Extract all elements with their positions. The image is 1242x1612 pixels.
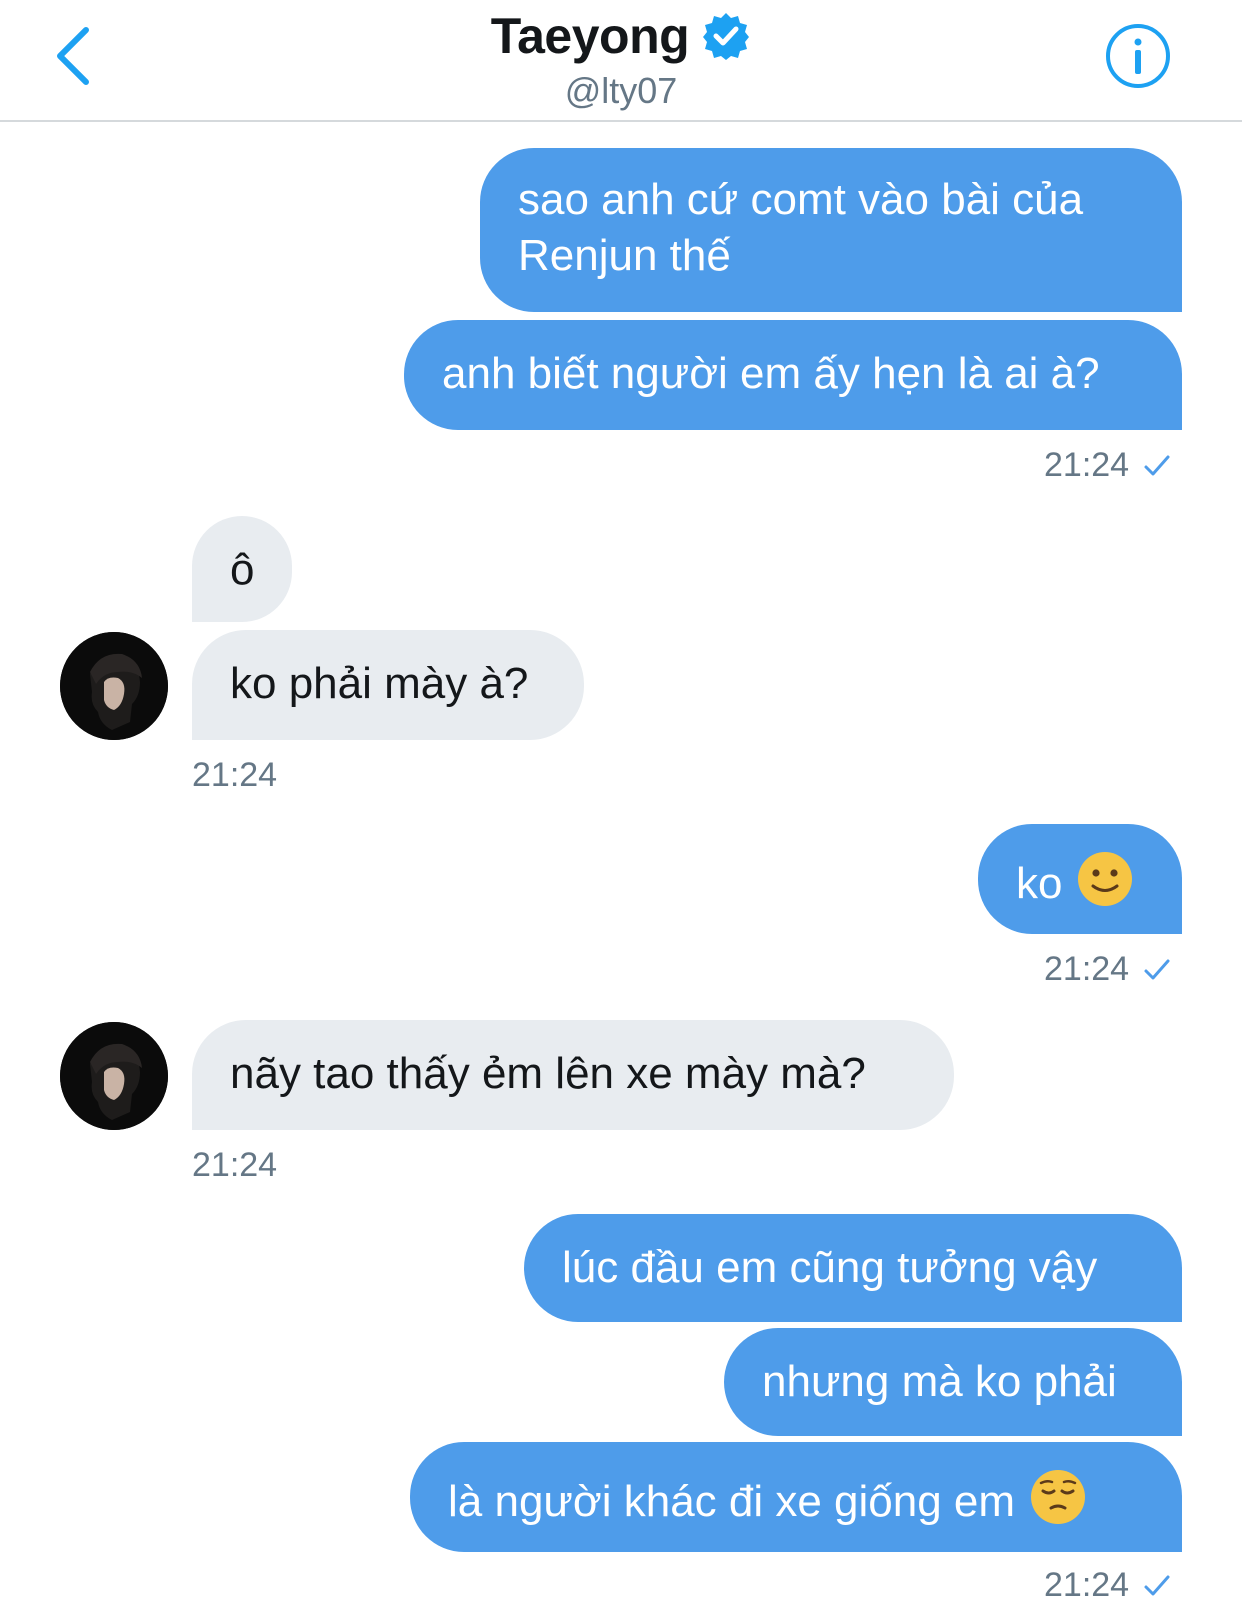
message-bubble-incoming[interactable]: ô — [192, 516, 292, 622]
timestamp-text: 21:24 — [1044, 446, 1130, 484]
message-timestamp: 21:24 — [1044, 1566, 1171, 1605]
slightly-smiling-face-icon — [1078, 852, 1133, 906]
check-icon — [1144, 455, 1170, 476]
info-button[interactable] — [1104, 22, 1172, 90]
timestamp-text: 21:24 — [1044, 1566, 1130, 1604]
conversation-title[interactable]: Taeyong @lty07 — [0, 6, 1242, 112]
check-icon — [1144, 959, 1170, 980]
avatar[interactable] — [60, 632, 168, 740]
message-bubble-outgoing[interactable]: lúc đầu em cũng tưởng vậy — [524, 1214, 1182, 1322]
message-bubble-outgoing[interactable]: là người khác đi xe giống em — [410, 1442, 1182, 1552]
check-icon — [1144, 1575, 1170, 1596]
pensive-face-icon — [1031, 1470, 1086, 1524]
info-icon — [1106, 24, 1170, 88]
timestamp-text: 21:24 — [192, 756, 278, 794]
message-bubble-incoming[interactable]: nãy tao thấy ẻm lên xe mày mà? — [192, 1020, 954, 1130]
contact-handle: @lty07 — [564, 70, 678, 111]
verified-badge-icon — [703, 13, 750, 60]
timestamp-text: 21:24 — [1044, 950, 1130, 988]
message-bubble-incoming[interactable]: ko phải mày à? — [192, 630, 584, 740]
contact-name: Taeyong — [490, 8, 690, 64]
avatar-image — [60, 632, 168, 740]
message-timestamp: 21:24 — [192, 756, 277, 795]
timestamp-text: 21:24 — [192, 1146, 278, 1184]
message-bubble-outgoing[interactable]: ko — [978, 824, 1182, 934]
message-timestamp: 21:24 — [1044, 446, 1171, 485]
message-timestamp: 21:24 — [192, 1146, 277, 1185]
avatar[interactable] — [60, 1022, 168, 1130]
avatar-image — [60, 1022, 168, 1130]
message-text: là người khác đi xe giống em — [448, 1477, 1016, 1526]
message-timestamp: 21:24 — [1044, 950, 1171, 989]
message-text: ko — [1016, 859, 1063, 908]
message-bubble-outgoing[interactable]: sao anh cứ comt vào bài của Renjun thế — [480, 148, 1182, 312]
message-bubble-outgoing[interactable]: anh biết người em ấy hẹn là ai à? — [404, 320, 1182, 430]
message-bubble-outgoing[interactable]: nhưng mà ko phải — [724, 1328, 1182, 1436]
conversation-header: Taeyong @lty07 — [0, 0, 1242, 122]
